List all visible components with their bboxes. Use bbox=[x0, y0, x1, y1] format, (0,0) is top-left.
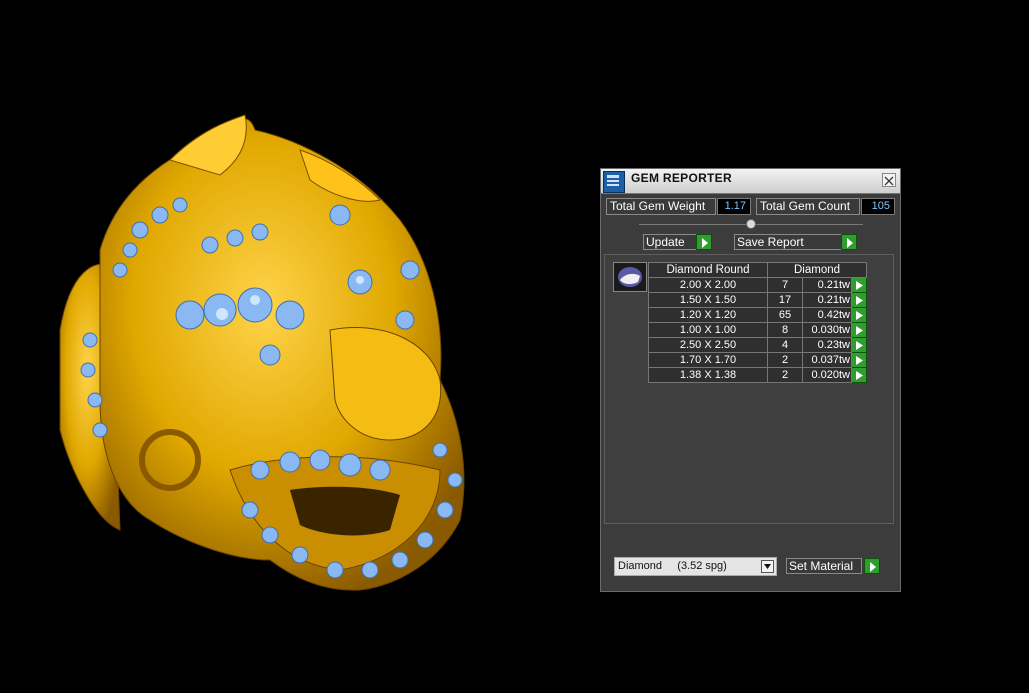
row-select-arrow-icon[interactable] bbox=[851, 277, 867, 293]
table-row: 2.00 X 2.00 7 0.21tw bbox=[648, 277, 867, 293]
table-row: 2.50 X 2.50 4 0.23tw bbox=[648, 337, 867, 353]
material-select-value: Diamond (3.52 spg) bbox=[618, 560, 727, 572]
gem-size-cell: 1.38 X 1.38 bbox=[648, 367, 768, 383]
row-select-arrow-icon[interactable] bbox=[851, 337, 867, 353]
table-row: 1.20 X 1.20 65 0.42tw bbox=[648, 307, 867, 323]
save-report-button[interactable]: Save Report bbox=[734, 234, 842, 250]
gem-count-cell: 65 bbox=[767, 307, 803, 323]
gem-count-cell: 2 bbox=[767, 352, 803, 368]
gem-reporter-app-icon bbox=[603, 171, 625, 193]
total-gem-count-label: Total Gem Count bbox=[756, 198, 860, 215]
gem-count-cell: 2 bbox=[767, 367, 803, 383]
gem-weight-cell: 0.23tw bbox=[802, 337, 852, 353]
gem-size-cell: 2.00 X 2.00 bbox=[648, 277, 768, 293]
total-gem-weight-label: Total Gem Weight bbox=[606, 198, 716, 215]
gem-table: Diamond Round Diamond 2.00 X 2.00 7 0.21tw… bbox=[648, 262, 867, 383]
gem-weight-cell: 0.030tw bbox=[802, 322, 852, 338]
set-material-button[interactable]: Set Material bbox=[786, 558, 862, 574]
gem-size-cell: 1.20 X 1.20 bbox=[648, 307, 768, 323]
table-row: 1.50 X 1.50 17 0.21tw bbox=[648, 292, 867, 308]
gem-weight-cell: 0.037tw bbox=[802, 352, 852, 368]
close-icon[interactable] bbox=[882, 173, 896, 187]
material-select[interactable]: Diamond (3.52 spg) bbox=[614, 557, 777, 576]
table-row: 1.70 X 1.70 2 0.037tw bbox=[648, 352, 867, 368]
gem-list-box[interactable]: Diamond Round Diamond 2.00 X 2.00 7 0.21tw… bbox=[604, 254, 894, 524]
total-gem-weight-value: 1.17 bbox=[717, 198, 751, 215]
gem-weight-cell: 0.21tw bbox=[802, 277, 852, 293]
gem-size-cell: 1.70 X 1.70 bbox=[648, 352, 768, 368]
panel-title: GEM REPORTER bbox=[631, 171, 732, 185]
column-header-material: Diamond bbox=[767, 262, 867, 278]
gem-count-cell: 8 bbox=[767, 322, 803, 338]
gem-count-cell: 7 bbox=[767, 277, 803, 293]
collapse-knob-icon[interactable] bbox=[746, 219, 756, 229]
gem-weight-cell: 0.21tw bbox=[802, 292, 852, 308]
gem-weight-cell: 0.020tw bbox=[802, 367, 852, 383]
row-select-arrow-icon[interactable] bbox=[851, 352, 867, 368]
total-gem-count-value: 105 bbox=[861, 198, 895, 215]
3d-viewport[interactable] bbox=[0, 0, 600, 688]
set-material-arrow-icon[interactable] bbox=[864, 558, 880, 574]
save-report-arrow-icon[interactable] bbox=[841, 234, 857, 250]
chevron-down-icon[interactable] bbox=[761, 560, 774, 573]
gem-size-cell: 1.00 X 1.00 bbox=[648, 322, 768, 338]
gem-thumbnail-icon bbox=[613, 262, 647, 292]
row-select-arrow-icon[interactable] bbox=[851, 307, 867, 323]
gem-size-cell: 2.50 X 2.50 bbox=[648, 337, 768, 353]
gem-count-cell: 17 bbox=[767, 292, 803, 308]
gem-size-cell: 1.50 X 1.50 bbox=[648, 292, 768, 308]
gem-count-cell: 4 bbox=[767, 337, 803, 353]
update-button[interactable]: Update bbox=[643, 234, 697, 250]
row-select-arrow-icon[interactable] bbox=[851, 292, 867, 308]
row-select-arrow-icon[interactable] bbox=[851, 367, 867, 383]
column-header-shape: Diamond Round bbox=[648, 262, 768, 278]
ring-render bbox=[59, 114, 465, 591]
row-select-arrow-icon[interactable] bbox=[851, 322, 867, 338]
update-arrow-icon[interactable] bbox=[696, 234, 712, 250]
table-row: 1.38 X 1.38 2 0.020tw bbox=[648, 367, 867, 383]
title-bar[interactable]: GEM REPORTER bbox=[601, 169, 900, 194]
table-row: 1.00 X 1.00 8 0.030tw bbox=[648, 322, 867, 338]
gem-reporter-panel: GEM REPORTER Total Gem Weight 1.17 Total… bbox=[600, 168, 901, 592]
gem-weight-cell: 0.42tw bbox=[802, 307, 852, 323]
